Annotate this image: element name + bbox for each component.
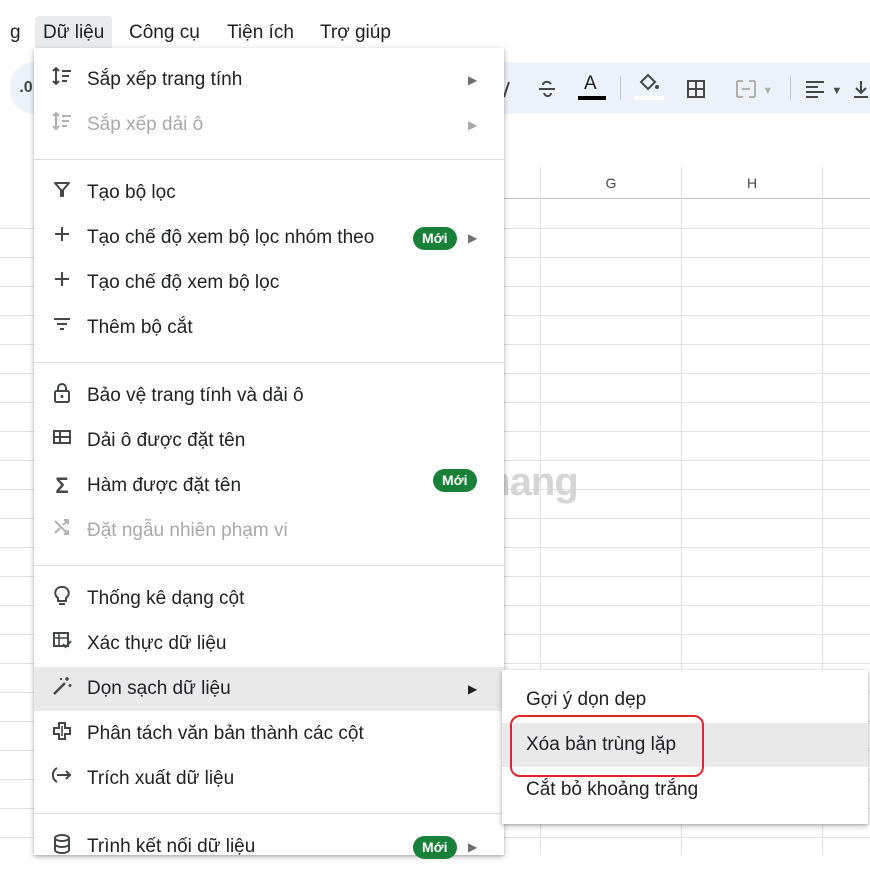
menu-item-add-slicer[interactable]: Thêm bộ cắt: [34, 306, 504, 350]
column-header[interactable]: [823, 167, 870, 199]
menu-divider: [34, 362, 504, 363]
menu-item-label: Sắp xếp trang tính: [87, 69, 243, 90]
lock-icon: [48, 382, 76, 410]
magic-wand-icon: [48, 675, 76, 703]
menu-item-sort-range[interactable]: Sắp xếp dải ô ▶: [34, 103, 504, 147]
chevron-right-icon: ▶: [468, 231, 478, 245]
menu-item-group-filter-view[interactable]: Tạo chế độ xem bộ lọc nhóm theo Mới ▶: [34, 216, 504, 260]
menu-item-label: Bảo vệ trang tính và dải ô: [87, 385, 304, 406]
vertical-align-icon[interactable]: [852, 62, 870, 114]
text-color-swatch: [578, 96, 606, 100]
menu-item-create-filter-view[interactable]: Tạo chế độ xem bộ lọc: [34, 261, 504, 305]
menu-item-label: Tạo bộ lọc: [87, 182, 176, 203]
menu-item-data-cleanup[interactable]: Dọn sạch dữ liệu ▶: [34, 667, 504, 711]
borders-icon[interactable]: [680, 62, 712, 114]
menu-item-label: Dải ô được đặt tên: [87, 430, 246, 451]
menu-item-label: Đặt ngẫu nhiên phạm vi: [87, 520, 288, 541]
strikethrough-icon[interactable]: [532, 62, 562, 114]
sigma-icon: Σ: [55, 473, 69, 498]
chevron-right-icon: ▶: [468, 118, 478, 132]
database-icon: [48, 833, 76, 861]
plus-icon: [48, 224, 76, 252]
chevron-right-icon: ▶: [468, 682, 478, 696]
toolbar-separator: [790, 76, 791, 100]
menu-item-split-text[interactable]: Phân tách văn bản thành các cột: [34, 712, 504, 756]
merge-cells-icon[interactable]: ▼: [726, 62, 782, 114]
menu-item-label: Tạo chế độ xem bộ lọc nhóm theo: [87, 227, 375, 248]
menubar-item-partial[interactable]: g: [2, 16, 29, 50]
menu-item-extract-data[interactable]: Trích xuất dữ liệu: [34, 757, 504, 801]
menu-item-data-validation[interactable]: Xác thực dữ liệu: [34, 622, 504, 666]
menu-divider: [34, 159, 504, 160]
new-badge: Mới: [413, 227, 457, 250]
chevron-down-icon: ▼: [831, 85, 843, 97]
menu-item-create-filter[interactable]: Tạo bộ lọc: [34, 171, 504, 215]
fill-color-swatch: [634, 96, 664, 100]
chevron-right-icon: ▶: [468, 840, 478, 854]
sort-icon: [48, 111, 76, 139]
column-header-g[interactable]: G: [541, 167, 682, 199]
text-color-label: A: [584, 73, 597, 94]
menubar-item-tools[interactable]: Công cụ: [121, 16, 208, 50]
menu-item-label: Tạo chế độ xem bộ lọc: [87, 272, 280, 293]
chevron-down-icon: ▼: [762, 85, 774, 97]
data-validation-icon: [48, 630, 76, 658]
new-badge: Mới: [433, 469, 477, 492]
menu-item-named-ranges[interactable]: Dải ô được đặt tên: [34, 419, 504, 463]
shuffle-icon: [48, 517, 76, 545]
slicer-icon: [48, 314, 76, 342]
new-badge: Mới: [413, 836, 457, 859]
menu-item-column-stats[interactable]: Thống kê dạng cột: [34, 577, 504, 621]
menu-item-data-connectors[interactable]: Trình kết nối dữ liệu Mới ▶: [34, 825, 504, 869]
menubar-item-extensions[interactable]: Tiện ích: [219, 16, 302, 50]
column-header-h[interactable]: H: [682, 167, 823, 199]
toolbar-separator: [620, 76, 621, 100]
menu-item-label: Trích xuất dữ liệu: [87, 768, 235, 789]
menubar-item-help[interactable]: Trợ giúp: [312, 16, 399, 50]
menu-item-label: Trình kết nối dữ liệu: [87, 836, 256, 857]
highlight-annotation-box: [510, 715, 704, 777]
menu-item-label: Hàm được đặt tên: [87, 475, 242, 496]
sort-icon: [48, 66, 76, 94]
menu-item-named-functions[interactable]: Σ Hàm được đặt tên Mới: [34, 464, 504, 508]
split-columns-icon: [48, 720, 76, 748]
lightbulb-icon: [48, 585, 76, 613]
menu-item-label: Dọn sạch dữ liệu: [87, 678, 231, 699]
fill-color-icon[interactable]: [632, 62, 666, 114]
menubar-item-data[interactable]: Dữ liệu: [35, 16, 113, 50]
align-icon[interactable]: ▼: [800, 62, 846, 114]
menu-item-label: Sắp xếp dải ô: [87, 114, 204, 135]
data-menu: Sắp xếp trang tính ▶ Sắp xếp dải ô ▶ Tạo…: [34, 48, 504, 859]
menu-item-label: Phân tách văn bản thành các cột: [87, 723, 364, 744]
menu-item-protect-sheets[interactable]: Bảo vệ trang tính và dải ô: [34, 374, 504, 418]
text-color-icon[interactable]: A: [576, 62, 608, 114]
filter-icon: [48, 179, 76, 207]
menu-item-randomize-range[interactable]: Đặt ngẫu nhiên phạm vi: [34, 509, 504, 553]
menu-divider: [34, 813, 504, 814]
menu-item-label: Thống kê dạng cột: [87, 588, 245, 609]
extract-icon: [48, 765, 76, 793]
chevron-right-icon: ▶: [468, 73, 478, 87]
plus-icon: [48, 269, 76, 297]
menu-item-sort-sheet[interactable]: Sắp xếp trang tính ▶: [34, 58, 504, 102]
named-range-icon: [48, 427, 76, 455]
menu-divider: [34, 565, 504, 566]
menu-item-label: Xác thực dữ liệu: [87, 633, 227, 654]
menu-item-label: Thêm bộ cắt: [87, 317, 193, 338]
